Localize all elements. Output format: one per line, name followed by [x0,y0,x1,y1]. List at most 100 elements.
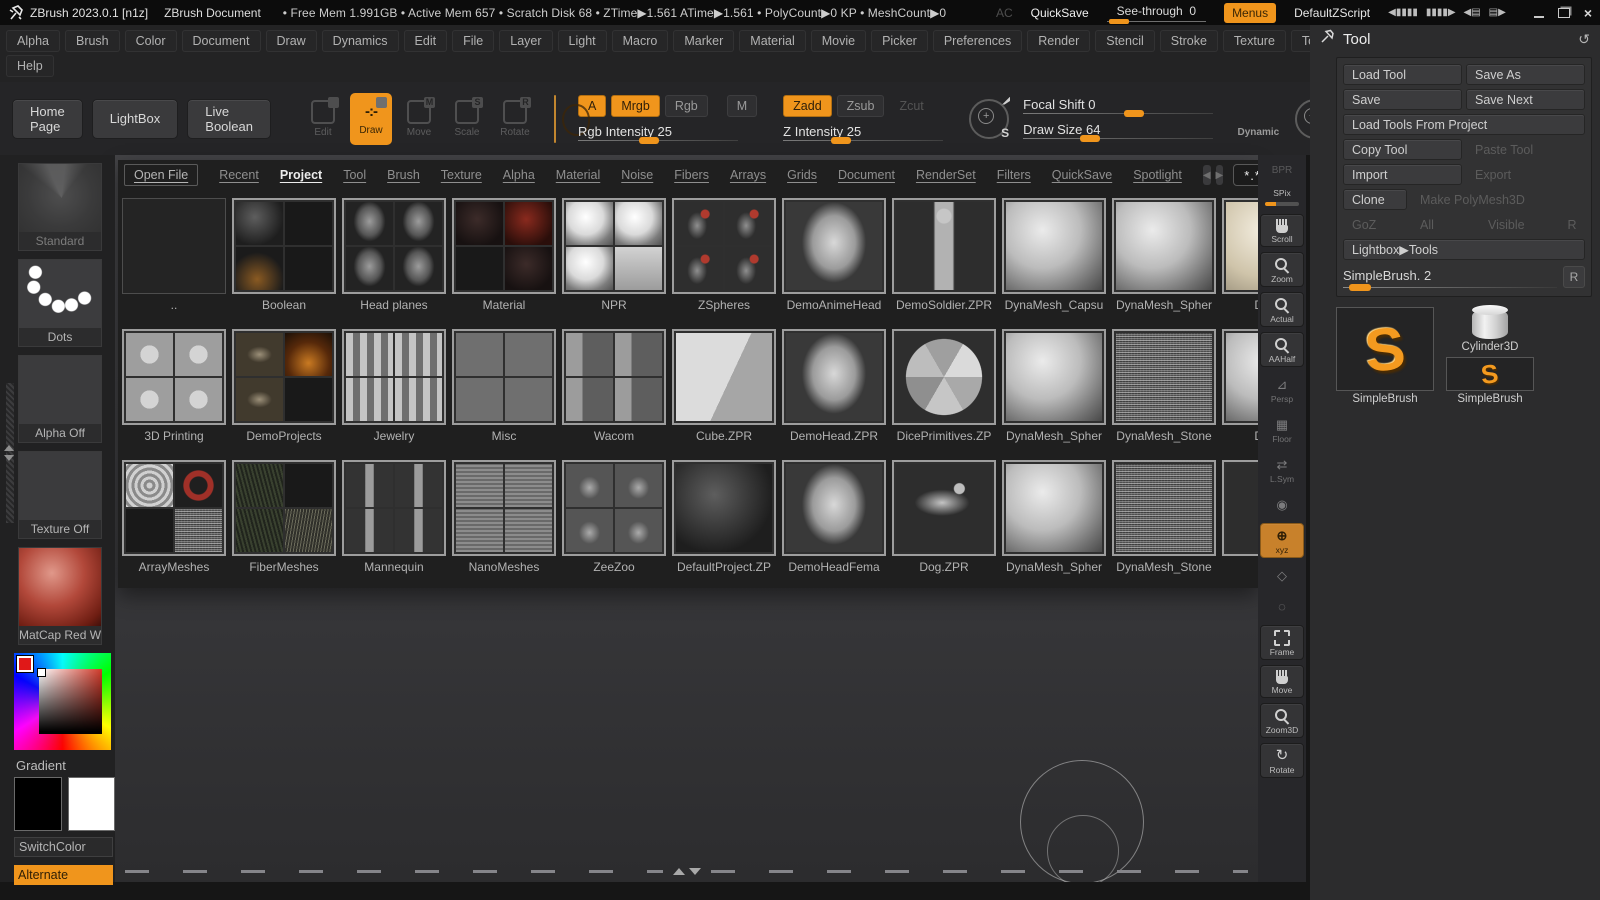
tool-panel-button[interactable]: Lightbox▶Tools [1343,239,1585,260]
mode-button[interactable]: Draw [349,92,392,145]
tool-panel-button[interactable]: Import [1343,164,1462,185]
sculpt-mode-chip[interactable]: Zadd [783,95,832,117]
switch-color-button[interactable]: SwitchColor [14,837,113,857]
lightbox-item[interactable]: Fema [1222,460,1258,574]
default-zscript-button[interactable]: DefaultZScript [1294,6,1370,20]
restore-button[interactable] [1557,7,1570,18]
lightbox-tab[interactable]: Spotlight [1133,168,1182,182]
draw-size-slider[interactable]: Draw Size 64 Dynamic [1023,122,1279,142]
lightbox-search-input[interactable]: *.* [1233,164,1258,186]
lightbox-thumbnail[interactable] [672,460,776,556]
tool-panel-button[interactable]: Copy Tool [1343,139,1462,160]
hue-selector[interactable] [17,656,33,672]
lightbox-prev-button[interactable]: ◀ [1202,165,1211,185]
menus-button[interactable]: Menus [1224,2,1277,23]
right-shelf-button[interactable]: Scroll [1260,214,1304,247]
lightbox-thumbnail[interactable] [1002,460,1106,556]
alternate-button[interactable]: Alternate [14,865,113,885]
tool-panel-button[interactable]: Make PolyMesh3D [1411,189,1585,210]
lightbox-thumbnail[interactable] [562,329,666,425]
lightbox-thumbnail[interactable] [1222,329,1258,425]
menu-item[interactable]: Dynamics [321,29,399,52]
right-shelf-button[interactable] [1260,563,1304,589]
next-ui-layout-icon[interactable]: ▤▶ [1489,7,1506,18]
tool-panel-button[interactable]: Load Tools From Project [1343,114,1585,135]
lightbox-tab[interactable]: Filters [997,168,1031,182]
lightbox-thumbnail[interactable] [232,198,336,294]
lightbox-item[interactable]: DynaW [1222,198,1258,312]
right-shelf-button[interactable]: BPR [1260,161,1304,178]
lightbox-tab[interactable]: QuickSave [1052,168,1112,182]
tool-panel-button[interactable]: GoZ [1343,214,1407,235]
lightbox-tab[interactable]: Brush [387,168,420,182]
canvas-scrollbar[interactable] [125,866,1248,876]
live-boolean-button[interactable]: Live Boolean [187,98,271,139]
lightbox-tab[interactable]: Fibers [674,168,709,182]
lightbox-thumbnail[interactable] [1222,460,1258,556]
right-shelf-button[interactable]: SPix [1260,183,1304,209]
lightbox-thumbnail[interactable] [122,198,226,294]
lightbox-tab[interactable]: Tool [343,168,366,182]
lightbox-thumbnail[interactable] [1112,329,1216,425]
mode-button[interactable]: S Scale [446,93,488,145]
lightbox-item[interactable]: DemoSoldier.ZPR [892,198,996,312]
tool-panel-button[interactable]: Clone [1343,189,1407,210]
lightbox-tab[interactable]: Project [280,168,322,182]
main-color-swatch[interactable] [14,777,62,831]
lightbox-item[interactable]: DynaMesh_Spher [1112,198,1216,312]
scroll-up-icon[interactable] [4,445,14,451]
lightbox-thumbnail[interactable] [122,329,226,425]
tool-panel-button[interactable]: Paste Tool [1466,139,1585,160]
lightbox-tab[interactable]: RenderSet [916,168,976,182]
home-page-button[interactable]: Home Page [12,98,83,139]
lightbox-thumbnail[interactable] [782,329,886,425]
right-shelf-button[interactable]: Move [1260,665,1304,698]
left-shelf-slot[interactable]: Alpha Off [18,355,102,443]
menu-item[interactable]: File [452,29,495,52]
lightbox-item[interactable]: Mannequin [342,460,446,574]
mode-button[interactable]: Edit [302,93,344,145]
lightbox-thumbnail[interactable] [562,198,666,294]
lightbox-item[interactable]: DemoHeadFema [782,460,886,574]
right-shelf-button[interactable]: Zoom [1260,252,1304,287]
lightbox-thumbnail[interactable] [452,329,556,425]
lightbox-item[interactable]: 3D Printing [122,329,226,443]
scrollbar-arrows[interactable] [672,867,701,875]
lightbox-tab[interactable]: Document [838,168,895,182]
lightbox-item[interactable]: DicePrimitives.ZP [892,329,996,443]
lightbox-item[interactable]: Boolean [232,198,336,312]
lightbox-thumbnail[interactable] [342,329,446,425]
lightbox-item[interactable]: FiberMeshes [232,460,336,574]
lightbox-item[interactable]: ZSpheres [672,198,776,312]
lightbox-thumbnail[interactable] [232,329,336,425]
scroll-up-icon[interactable] [672,867,685,875]
lightbox-thumbnail[interactable] [1002,198,1106,294]
lightbox-next-button[interactable]: ▶ [1215,165,1224,185]
menu-item[interactable]: Draw [265,29,317,52]
mode-button[interactable]: M Move [398,93,440,145]
slider-handle[interactable] [831,137,852,144]
lightbox-tab[interactable]: Arrays [730,168,766,182]
lightbox-item[interactable]: Head planes [342,198,446,312]
right-shelf-button[interactable] [1260,594,1304,620]
lightbox-item[interactable]: DynaW [1222,329,1258,443]
menu-item[interactable]: Movie [810,29,867,52]
current-tool[interactable]: S SimpleBrush [1336,307,1434,405]
lightbox-item[interactable]: DynaMesh_Stone [1112,329,1216,443]
tool-panel-button[interactable]: Save [1343,89,1462,110]
lightbox-item[interactable]: DynaMesh_Spher [1002,329,1106,443]
right-tray-toggle-icon[interactable]: ▮▮▮▮▶ [1426,7,1456,18]
lightbox-thumbnail[interactable] [562,460,666,556]
right-shelf-button[interactable]: xyz [1260,523,1304,558]
lightbox-item[interactable]: Wacom [562,329,666,443]
sv-selector[interactable] [37,667,47,677]
lightbox-item[interactable]: NPR [562,198,666,312]
lightbox-thumbnail[interactable] [892,198,996,294]
current-material-slot[interactable] [553,94,590,143]
left-shelf-slot[interactable]: Standard [18,163,102,251]
left-shelf-scrollbar[interactable] [4,383,14,523]
right-shelf-button[interactable]: Actual [1260,292,1304,327]
lightbox-thumbnail[interactable] [1112,460,1216,556]
lightbox-thumbnail[interactable] [342,460,446,556]
lightbox-thumbnail[interactable] [672,329,776,425]
